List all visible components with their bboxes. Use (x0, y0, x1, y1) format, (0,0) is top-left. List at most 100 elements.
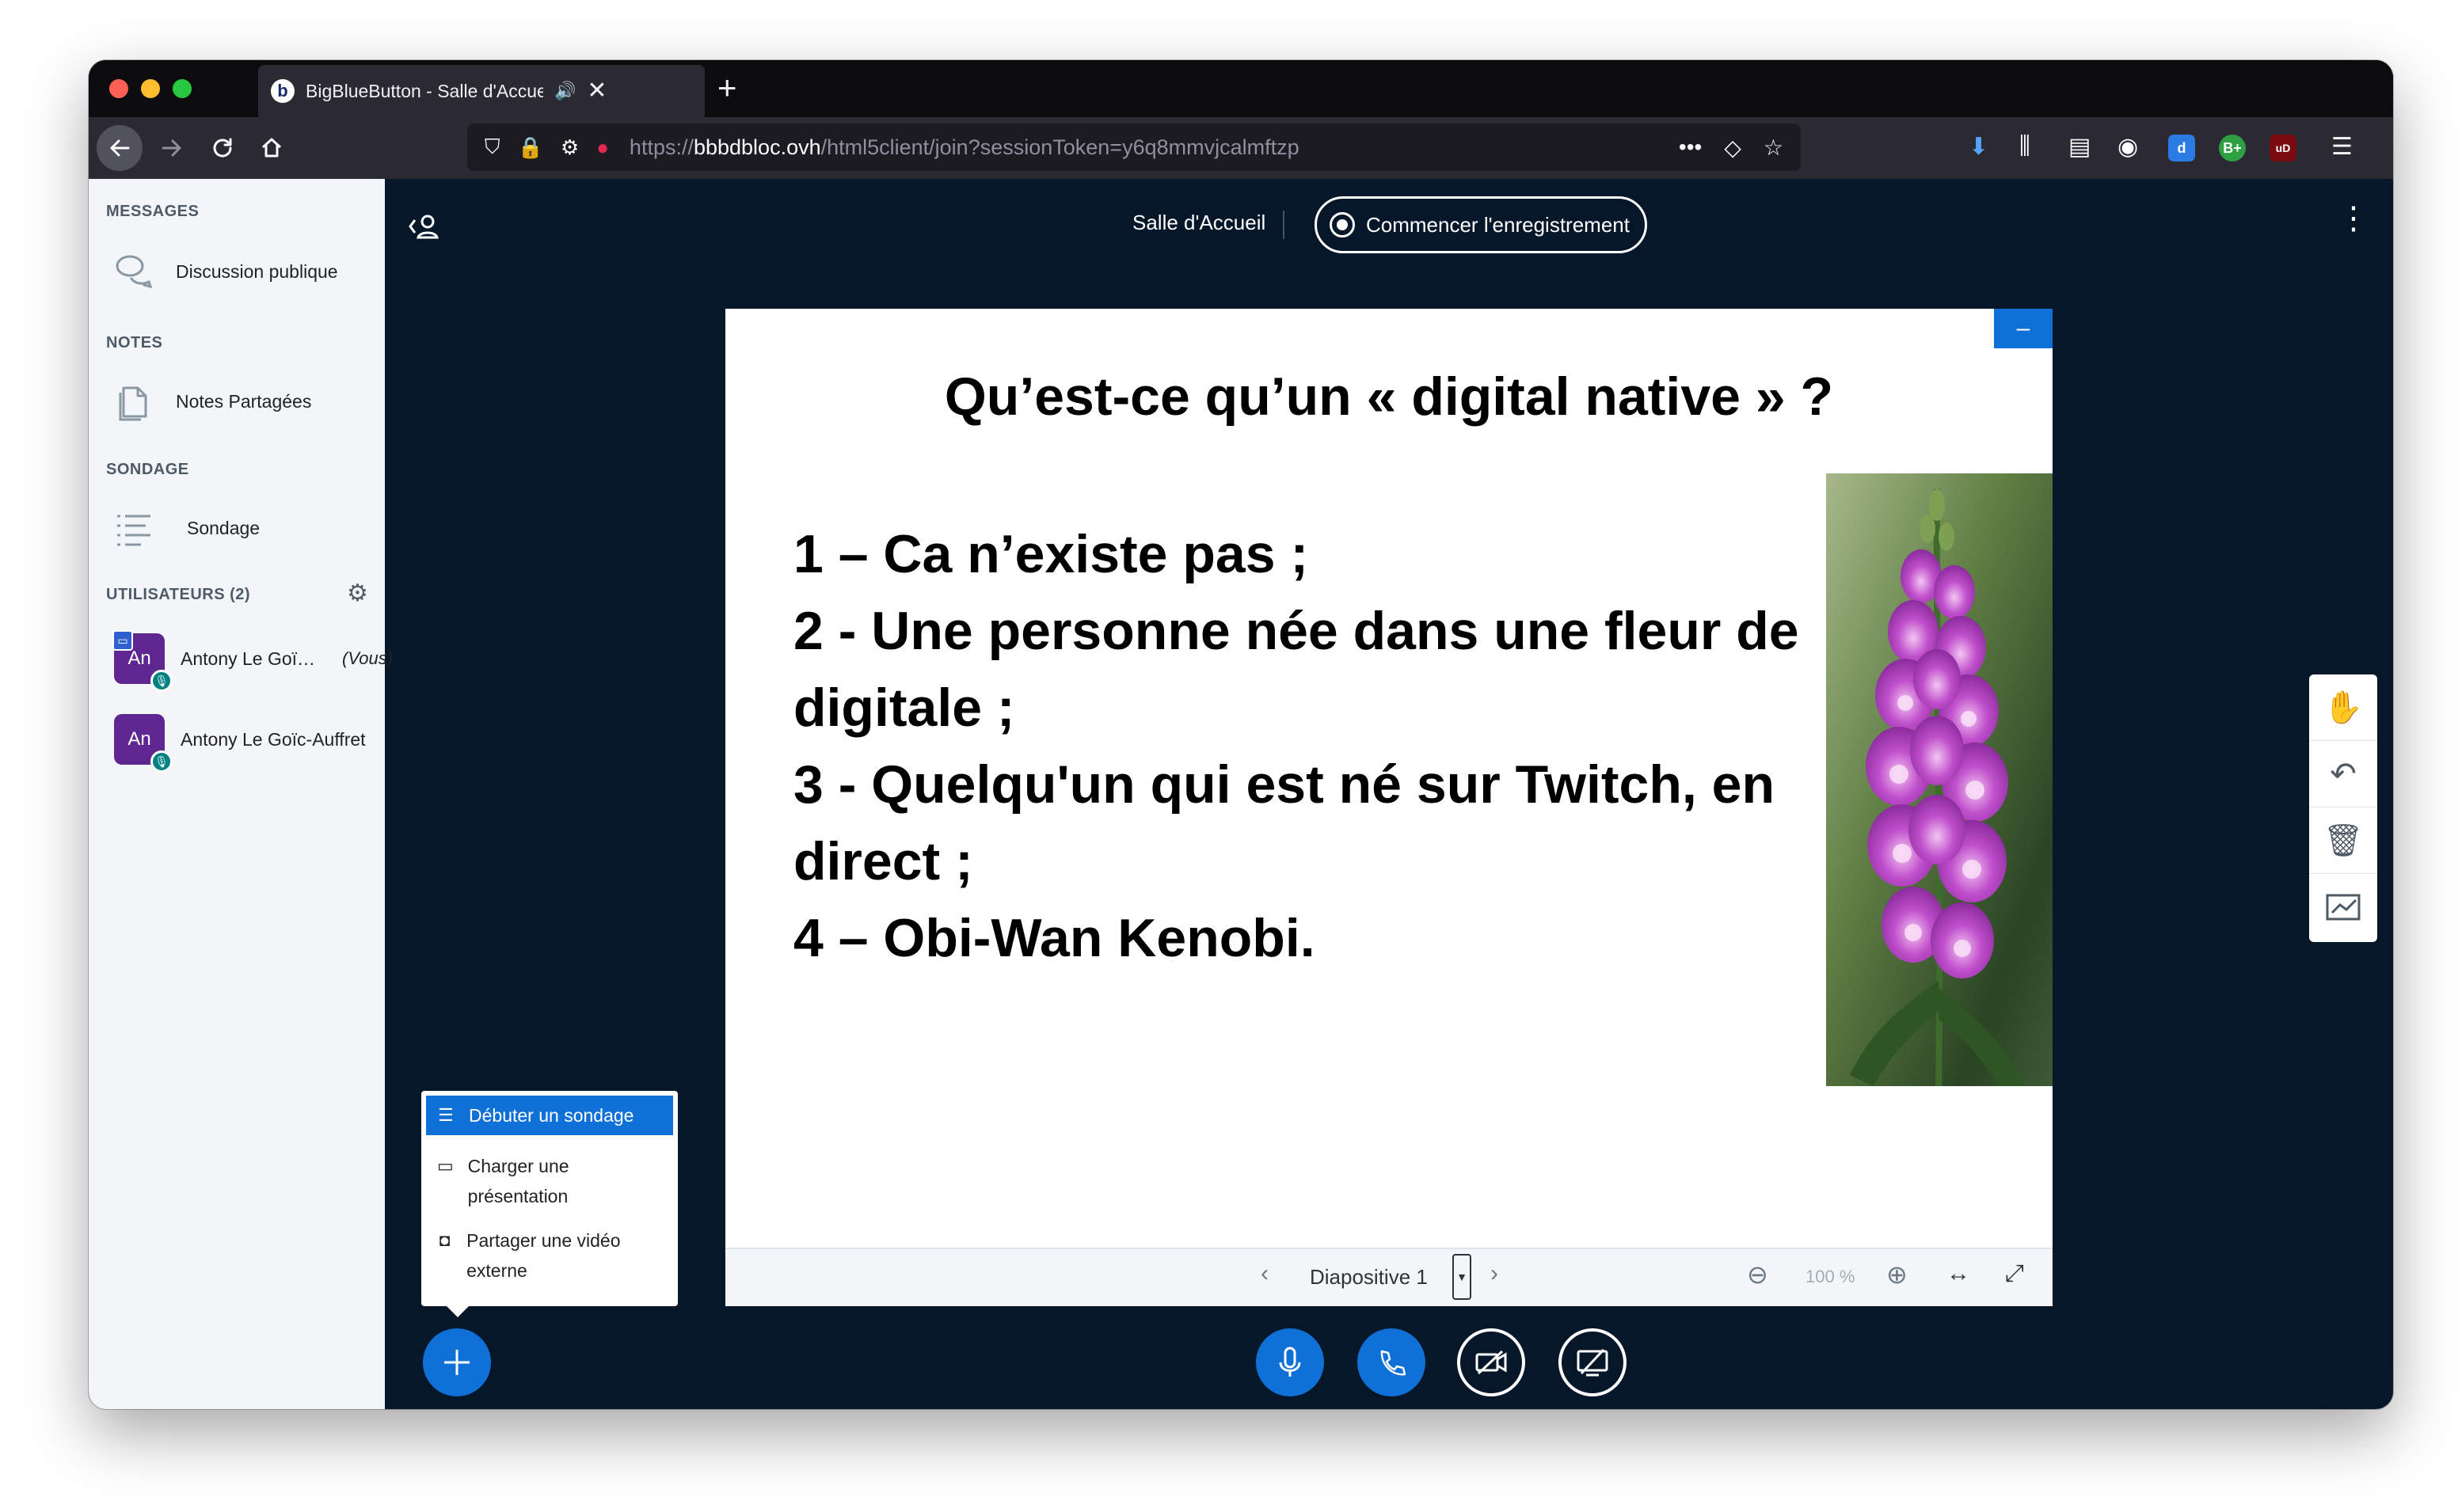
webcam-button[interactable] (1457, 1328, 1525, 1396)
start-recording-button[interactable]: Commencer l'enregistrement (1315, 196, 1647, 253)
menu-item-label: Charger une présentation (467, 1156, 569, 1206)
bigbluebutton-favicon-icon: b (271, 79, 295, 103)
url-path: /html5client/join?sessionToken=y6q8mmvjc… (820, 135, 1299, 159)
messages-header: MESSAGES (106, 203, 200, 220)
tab-title: BigBlueButton - Salle d'Accueil (306, 80, 543, 101)
browser-window: b BigBlueButton - Salle d'Accueil 🔊 ✕ + … (89, 60, 2393, 1409)
video-off-icon (1475, 1350, 1507, 1375)
close-window-button[interactable] (109, 79, 128, 98)
start-poll-menu-item[interactable]: ☰ Débuter un sondage (426, 1096, 673, 1135)
microphone-icon (1279, 1347, 1301, 1377)
slide-dropdown-chevron-down-icon[interactable]: ▼ (1452, 1254, 1471, 1300)
user-name: Antony Le Goïc-Auffret (181, 728, 366, 750)
minimize-presentation-button[interactable]: – (1994, 309, 2053, 348)
avatar-initials: An (127, 728, 151, 750)
slide-line: 4 – Obi-Wan Kenobi. (793, 908, 1315, 968)
options-menu-kebab-icon[interactable]: ⋮ (2338, 203, 2369, 234)
sidebar-toggle-icon[interactable]: ▤ (2068, 133, 2091, 161)
previous-slide-chevron-left-icon[interactable]: ‹ (1261, 1262, 1269, 1286)
fullscreen-icon[interactable]: ⤢ (2005, 1262, 2024, 1286)
record-icon (1330, 212, 1355, 237)
user-list-item[interactable]: ▭ An 🎙 Antony Le Goï… (Vous) (112, 630, 394, 692)
speaker-icon[interactable]: 🔊 (554, 81, 576, 101)
slide-line: direct ; (793, 831, 973, 891)
slide-title: Qu’est-ce qu’un « digital native » ? (944, 367, 1834, 427)
back-button[interactable] (97, 125, 143, 171)
sidebar-item-label: Discussion publique (176, 260, 338, 282)
you-label: (Vous) (342, 648, 394, 668)
permissions-icon[interactable]: ⚙ (561, 135, 579, 160)
home-button[interactable] (252, 128, 291, 168)
extension-bplus-icon[interactable]: B+ (2219, 135, 2246, 161)
menu-item-label: Partager une vidéo externe (466, 1230, 621, 1281)
hand-tool-icon[interactable]: ✋ (2309, 674, 2377, 741)
screenshare-button[interactable] (1558, 1328, 1627, 1396)
account-icon[interactable]: ◉ (2117, 133, 2138, 161)
extension-d-icon[interactable]: d (2168, 135, 2195, 161)
sidebar-item-label: Notes Partagées (176, 390, 312, 412)
avatar: ▭ An 🎙 (112, 630, 173, 692)
audio-phone-button[interactable] (1357, 1328, 1425, 1396)
notes-header: NOTES (106, 334, 163, 351)
slide-selector-label[interactable]: Diapositive 1 (1310, 1265, 1428, 1290)
multi-user-chart-icon[interactable] (2309, 874, 2377, 940)
page-actions-button[interactable]: ••• (1679, 135, 1702, 160)
screen-share-off-icon (1577, 1348, 1608, 1377)
menu-item-label: Débuter un sondage (469, 1105, 634, 1126)
next-slide-chevron-right-icon[interactable]: › (1490, 1262, 1498, 1286)
poll-list-icon (112, 507, 155, 549)
close-tab-button[interactable]: ✕ (587, 79, 607, 103)
user-list-toggle-icon (409, 215, 439, 239)
share-external-video-menu-item[interactable]: ◘ Partager une vidéo externe (426, 1221, 673, 1290)
library-icon[interactable]: ⫼ (2019, 133, 2030, 160)
clear-trash-icon[interactable]: 🗑 (2309, 807, 2377, 874)
microphone-button[interactable] (1256, 1328, 1324, 1396)
forward-button[interactable] (152, 128, 192, 168)
pocket-icon[interactable]: ◇ (1724, 135, 1741, 161)
sidebar-item-label: Sondage (187, 517, 261, 538)
upload-presentation-menu-item[interactable]: ▭ Charger une présentation (426, 1146, 673, 1216)
downloads-icon[interactable]: ⬇ (1969, 133, 1988, 161)
poll-header: SONDAGE (106, 461, 189, 478)
slide-line: 3 - Quelqu'un qui est né sur Twitch, en (793, 754, 1775, 815)
zoom-in-icon[interactable]: ⊕ (1886, 1262, 1908, 1287)
presentation-slide[interactable]: – Qu’est-ce qu’un « digital native » ? 1… (725, 309, 2053, 1248)
plus-icon (444, 1350, 470, 1375)
undo-icon[interactable]: ↶ (2309, 741, 2377, 807)
poll-icon: ☰ (438, 1105, 454, 1125)
url-text[interactable]: https://bbbdbloc.ovh/html5client/join?se… (630, 135, 1657, 160)
zoom-window-button[interactable] (173, 79, 192, 98)
bookmark-star-icon[interactable]: ☆ (1764, 135, 1783, 161)
arrow-right-icon (162, 139, 181, 157)
minimize-window-button[interactable] (141, 79, 160, 98)
foxglove-flower-image (1826, 473, 2053, 1086)
arrow-left-icon (110, 139, 130, 157)
hamburger-menu-icon[interactable]: ☰ (2331, 133, 2353, 161)
tab-strip: b BigBlueButton - Salle d'Accueil 🔊 ✕ + (89, 60, 2393, 117)
meeting-title: Salle d'Accueil (1132, 211, 1266, 234)
phone-icon (1380, 1350, 1406, 1376)
ublock-icon[interactable]: uD (2270, 135, 2296, 161)
sidebar-item-poll[interactable]: Sondage (112, 507, 260, 549)
new-tab-button[interactable]: + (717, 71, 737, 104)
lock-icon[interactable]: 🔒 (518, 135, 543, 160)
sidebar-item-shared-notes[interactable]: Notes Partagées (112, 380, 311, 423)
slide-body: 1 – Ca n’existe pas ; 2 - Une personne n… (793, 516, 1839, 977)
sidebar-item-public-chat[interactable]: Discussion publique (112, 250, 338, 293)
zoom-level[interactable]: 100 % (1805, 1267, 1855, 1287)
active-tab[interactable]: b BigBlueButton - Salle d'Accueil 🔊 ✕ (258, 65, 705, 117)
user-list-item[interactable]: An 🎙 Antony Le Goïc-Auffret (114, 714, 366, 773)
fit-width-icon[interactable]: ↔ (1946, 1262, 1970, 1286)
home-icon (261, 138, 282, 158)
actions-plus-button[interactable] (423, 1328, 491, 1396)
zoom-out-icon[interactable]: ⊖ (1747, 1262, 1768, 1287)
shield-icon[interactable]: ⛉ (485, 135, 500, 160)
user-settings-gear-icon[interactable]: ⚙ (347, 579, 368, 607)
reload-button[interactable] (203, 128, 242, 168)
microphone-permission-icon[interactable]: ● (596, 135, 609, 160)
toggle-userlist-button[interactable] (407, 211, 442, 249)
slide-line: 2 - Une personne née dans une fleur de (793, 601, 1799, 661)
navigation-toolbar: ⛉ 🔒 ⚙ ● https://bbbdbloc.ovh/html5client… (89, 117, 2393, 179)
avatar-initials: An (127, 648, 151, 669)
url-bar[interactable]: ⛉ 🔒 ⚙ ● https://bbbdbloc.ovh/html5client… (467, 123, 1801, 171)
